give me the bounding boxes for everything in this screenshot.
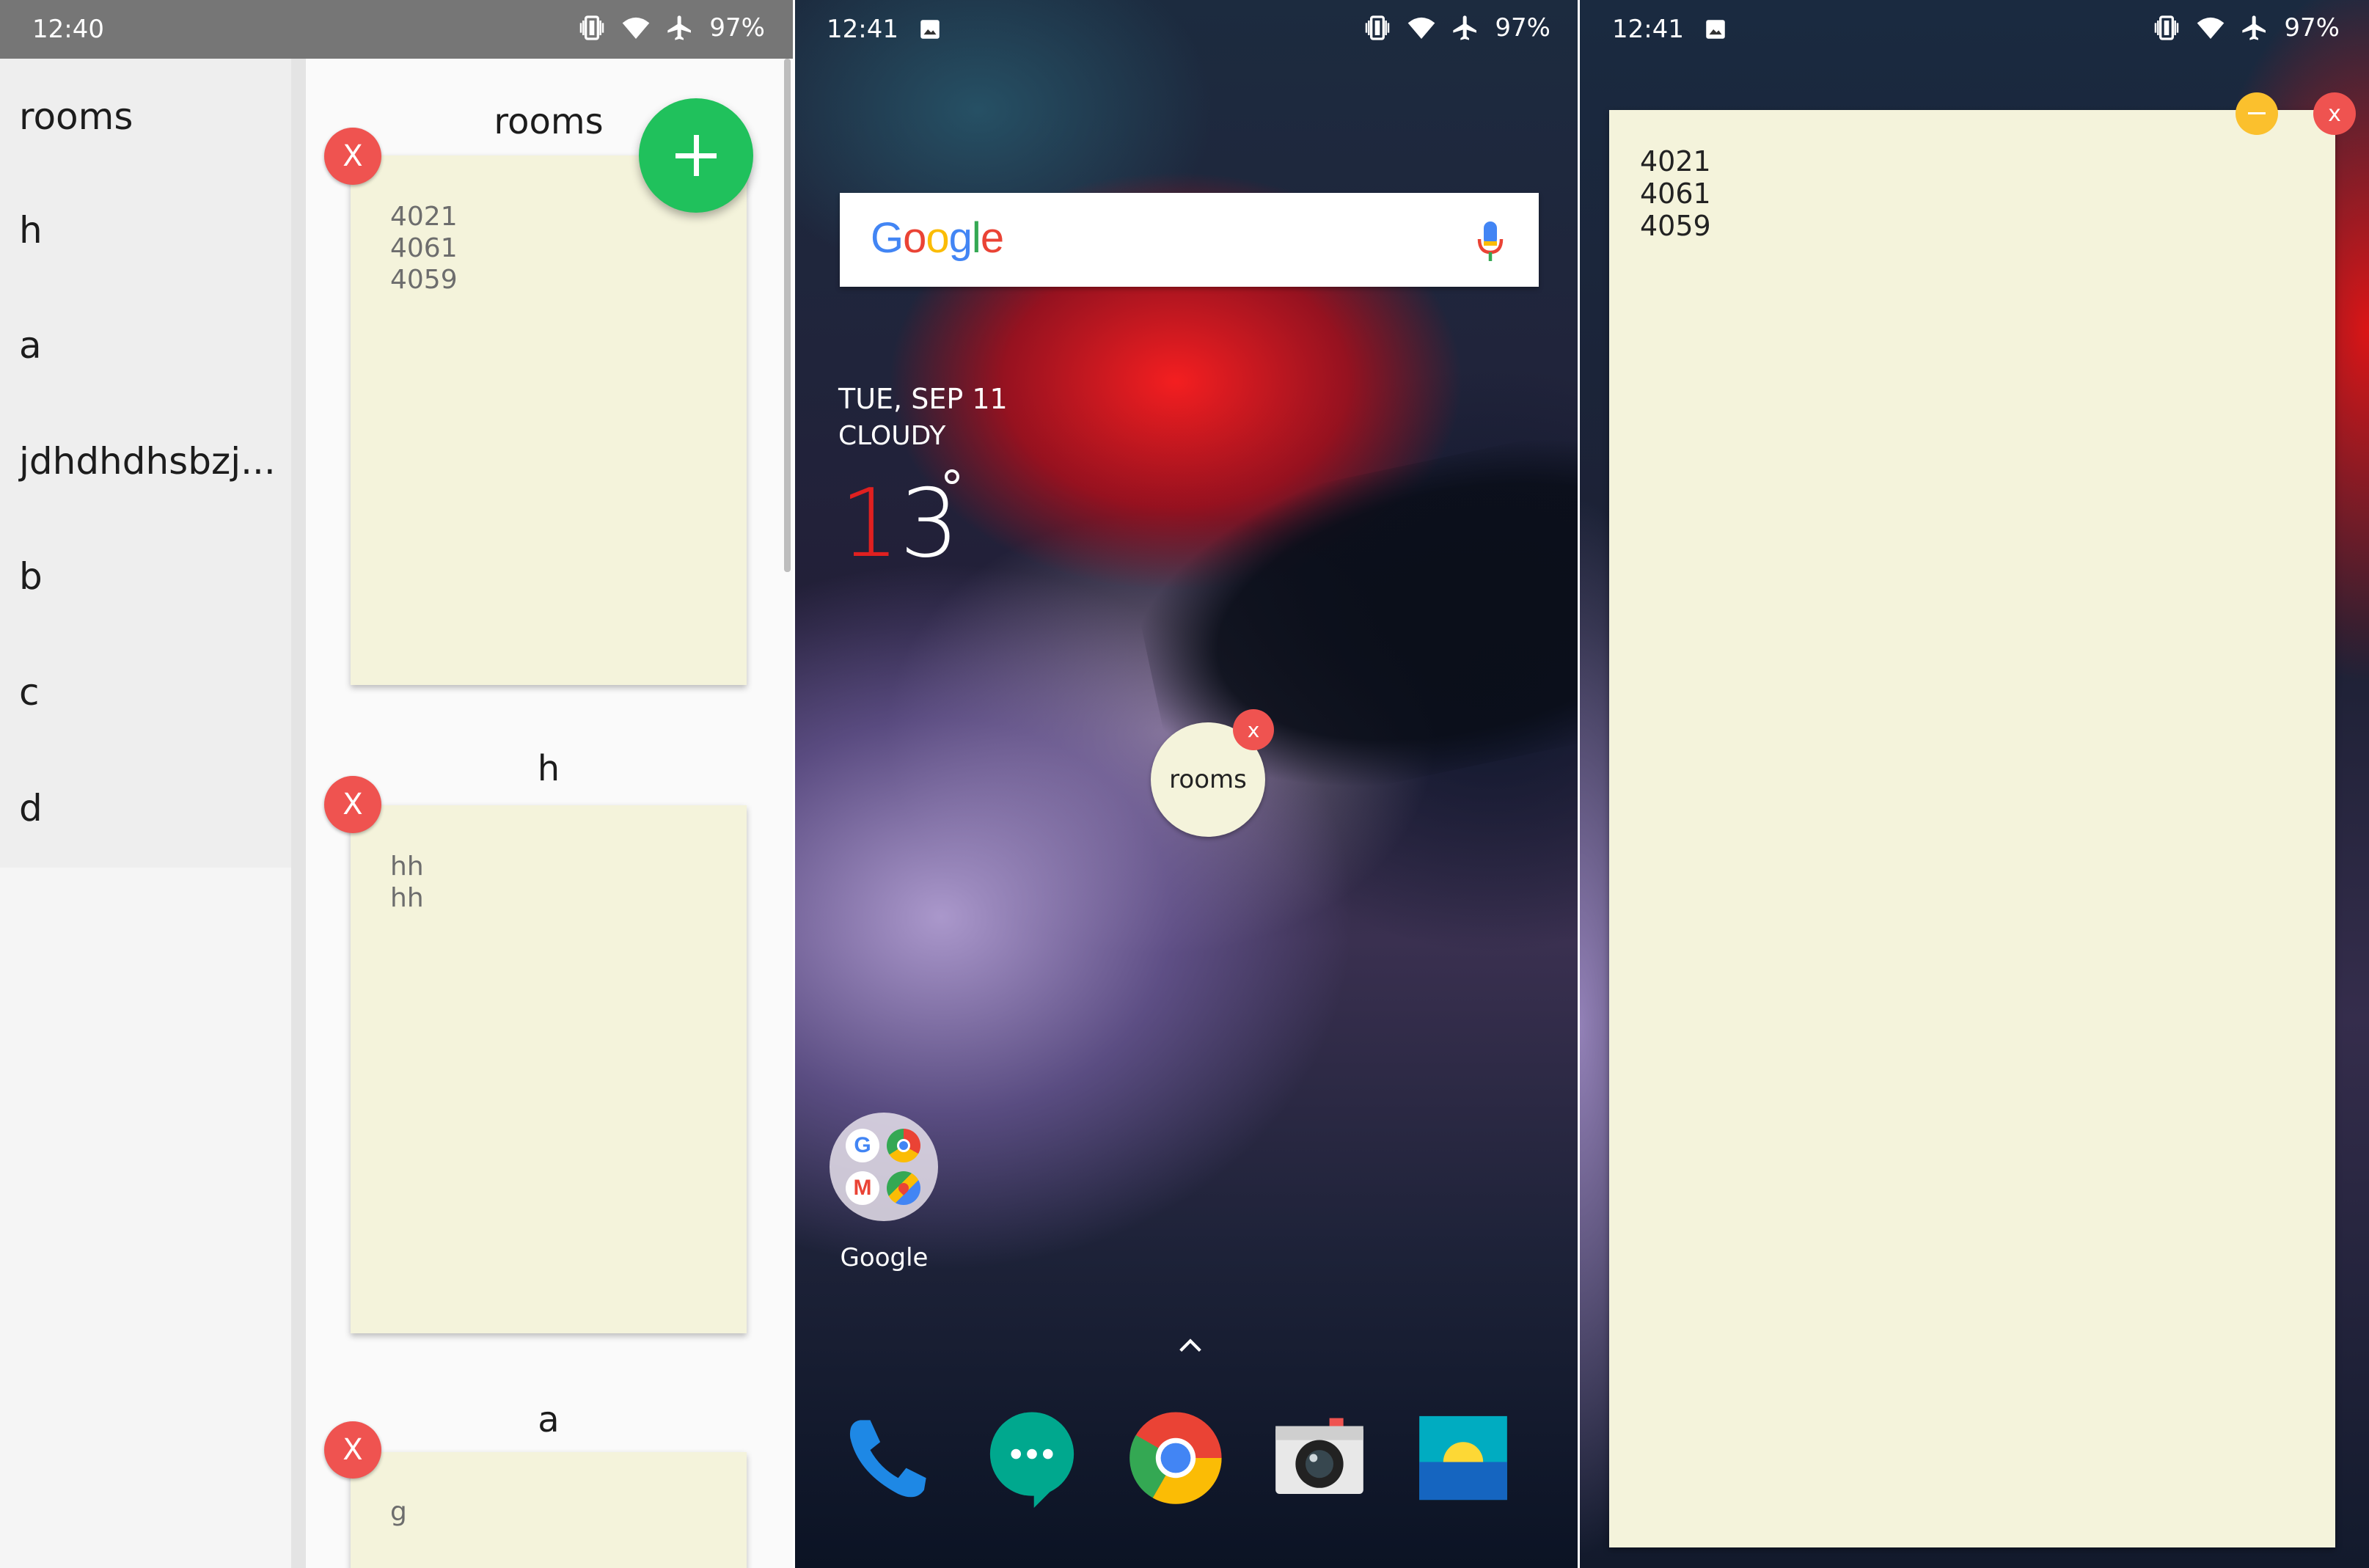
messages-icon[interactable]	[982, 1408, 1082, 1508]
wifi-icon	[623, 17, 650, 39]
battery-percent: 97%	[2284, 13, 2340, 43]
delete-note-button[interactable]: X	[324, 128, 381, 185]
notes-app-screen: 12:40 97% rooms h a jdhdhdhsbzj... b c d…	[0, 0, 794, 1568]
floating-note-screen: 12:41 97% 4021 4061 4059 x	[1580, 0, 2369, 1568]
notes-sidebar: rooms h a jdhdhdhsbzj... b c d	[0, 59, 291, 868]
sidebar-item-b[interactable]: b	[19, 555, 43, 598]
google-search-bar[interactable]: Google	[840, 193, 1539, 287]
vibrate-icon	[1366, 15, 1390, 40]
status-time: 12:41	[827, 15, 898, 44]
divider	[1578, 0, 1580, 1568]
delete-note-button[interactable]: X	[324, 776, 381, 833]
sidebar-item-h[interactable]: h	[19, 209, 43, 252]
vibrate-icon	[2155, 15, 2179, 40]
chrome-mini-icon	[887, 1129, 920, 1162]
add-note-button[interactable]	[639, 98, 753, 213]
weather-condition: CLOUDY	[838, 421, 946, 451]
note-line[interactable]: 4059	[1640, 210, 2335, 242]
date-label[interactable]: TUE, SEP 11	[838, 383, 1008, 415]
chevron-up-icon[interactable]	[1176, 1331, 1205, 1360]
airplane-icon	[2242, 15, 2266, 40]
note-line: 4061	[390, 233, 458, 263]
sidebar-item-a[interactable]: a	[19, 324, 42, 367]
note-title: h	[537, 748, 560, 789]
close-bubble-button[interactable]: x	[1233, 709, 1274, 750]
note-line: hh	[390, 883, 424, 913]
phone-icon[interactable]	[838, 1408, 938, 1508]
status-bar: 12:41 97%	[1580, 0, 2369, 59]
minimize-button[interactable]	[2236, 92, 2278, 135]
sidebar-item-d[interactable]: d	[19, 787, 43, 829]
battery-percent: 97%	[709, 13, 765, 43]
battery-percent: 97%	[1495, 13, 1550, 43]
divider	[291, 59, 306, 1568]
google-logo: Google	[871, 214, 1004, 262]
home-screen: 12:41 97% Google TUE, SEP 11 CLOUDY 13 r…	[794, 0, 1580, 1568]
status-bar: 12:41 97%	[794, 0, 1580, 59]
note-card[interactable]: hh hh	[351, 805, 747, 1333]
note-line: g	[390, 1497, 407, 1527]
gmail-icon: M	[846, 1171, 879, 1205]
chrome-icon[interactable]	[1126, 1408, 1226, 1508]
wifi-icon	[2197, 17, 2225, 39]
airplane-icon	[667, 15, 692, 40]
delete-note-button[interactable]: X	[324, 1421, 381, 1479]
note-line: 4059	[390, 265, 458, 295]
scrollbar[interactable]	[784, 59, 791, 572]
note-title: a	[538, 1399, 560, 1440]
google-apps-folder[interactable]: G M	[830, 1113, 938, 1221]
note-line[interactable]: 4021	[1640, 145, 2335, 177]
sidebar-item-jdhdhdhsbzj[interactable]: jdhdhdhsbzj...	[19, 440, 276, 483]
note-line: hh	[390, 851, 424, 882]
google-app-icon: G	[846, 1129, 879, 1162]
wifi-icon	[1408, 17, 1435, 39]
status-bar: 12:40 97%	[0, 0, 794, 59]
status-time: 12:41	[1612, 15, 1684, 44]
mic-icon[interactable]	[1477, 219, 1504, 263]
degree-icon	[945, 469, 959, 484]
sidebar-item-rooms[interactable]: rooms	[19, 95, 133, 138]
gallery-icon[interactable]	[1413, 1408, 1513, 1508]
airplane-icon	[1453, 15, 1477, 40]
maps-icon	[887, 1171, 920, 1205]
divider	[793, 0, 795, 1568]
vibrate-icon	[580, 15, 604, 40]
camera-icon[interactable]	[1270, 1408, 1369, 1508]
note-card[interactable]: 4021 4061 4059	[351, 155, 747, 685]
floating-note-window[interactable]: 4021 4061 4059	[1609, 110, 2335, 1547]
image-notification-icon	[920, 20, 940, 39]
status-time: 12:40	[32, 15, 104, 44]
image-notification-icon	[1706, 20, 1725, 39]
note-line[interactable]: 4061	[1640, 177, 2335, 210]
note-card[interactable]: g	[351, 1452, 747, 1568]
sidebar-item-c[interactable]: c	[19, 671, 40, 714]
folder-label: Google	[840, 1243, 929, 1272]
close-note-button[interactable]: x	[2313, 92, 2356, 135]
temperature: 13	[840, 469, 959, 579]
